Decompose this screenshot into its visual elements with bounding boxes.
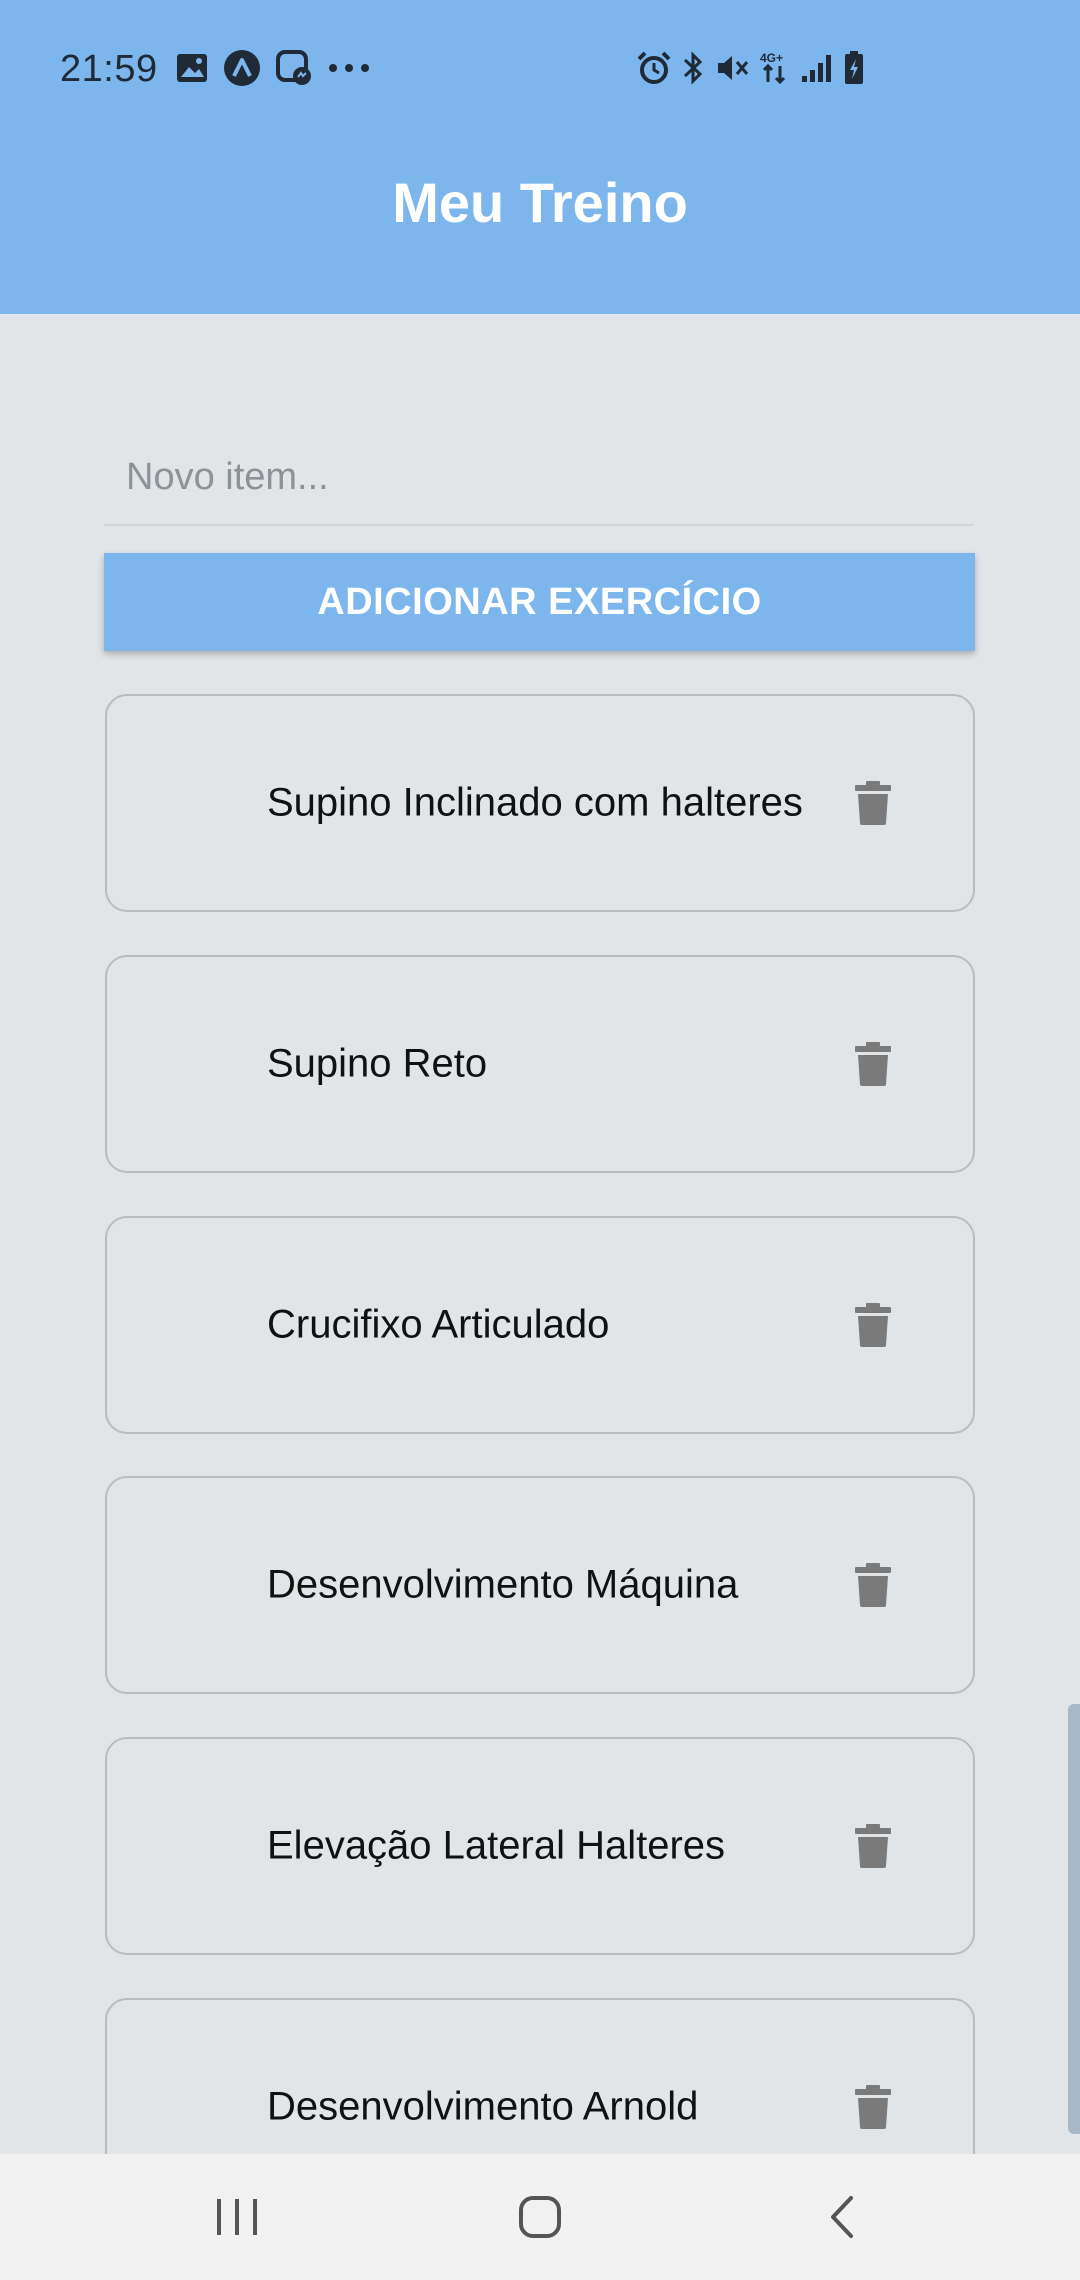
exercise-name: Supino Inclinado com halteres [267, 780, 803, 825]
page-title: Meu Treino [392, 171, 688, 234]
network-4g-icon: 4G+ [758, 50, 792, 86]
recents-button[interactable] [167, 2154, 307, 2280]
alarm-icon [636, 50, 672, 86]
back-icon [827, 2194, 857, 2240]
more-notifications-icon [327, 62, 371, 74]
battery-icon [842, 50, 866, 86]
bluetooth-icon [680, 50, 706, 86]
scrollbar[interactable] [1068, 1704, 1080, 2134]
home-icon [517, 2194, 563, 2240]
status-bar: 21:59 4G+ [0, 0, 1080, 140]
exercise-name: Supino Reto [267, 1041, 488, 1086]
exercise-name: Desenvolvimento Arnold [267, 2084, 699, 2129]
app-notification-icon [223, 49, 261, 87]
exercise-name: Elevação Lateral Halteres [267, 1823, 726, 1868]
exercise-card[interactable]: Elevação Lateral Halteres [105, 1737, 975, 1955]
new-item-input[interactable] [104, 430, 974, 524]
add-exercise-button[interactable]: ADICIONAR EXERCÍCIO [104, 553, 975, 651]
main-content: ADICIONAR EXERCÍCIO Supino Inclinado com… [0, 314, 1080, 2216]
trash-icon[interactable] [855, 1042, 891, 1086]
mute-icon [714, 50, 750, 86]
trash-icon[interactable] [855, 2085, 891, 2129]
exercise-card[interactable]: Desenvolvimento Máquina [105, 1476, 975, 1694]
back-button[interactable] [772, 2154, 912, 2280]
new-item-field-wrapper [104, 430, 974, 526]
gallery-icon [175, 52, 209, 84]
trash-icon[interactable] [855, 1563, 891, 1607]
exercise-name: Desenvolvimento Máquina [267, 1562, 739, 1607]
trash-icon[interactable] [855, 1824, 891, 1868]
system-nav-bar [0, 2154, 1080, 2280]
status-time: 21:59 [60, 48, 158, 90]
trash-icon[interactable] [855, 1303, 891, 1347]
exercise-card[interactable]: Crucifixo Articulado [105, 1216, 975, 1434]
svg-text:4G+: 4G+ [760, 51, 783, 65]
messenger-icon [275, 49, 313, 87]
exercise-name: Crucifixo Articulado [267, 1302, 610, 1347]
app-header: 21:59 4G+ Meu Treino [0, 0, 1080, 314]
status-right-icons: 4G+ [636, 48, 866, 88]
recents-icon [214, 2197, 260, 2237]
home-button[interactable] [470, 2154, 610, 2280]
signal-icon [800, 50, 834, 86]
exercise-card[interactable]: Supino Reto [105, 955, 975, 1173]
exercise-card[interactable]: Supino Inclinado com halteres [105, 694, 975, 912]
status-left-icons [175, 48, 371, 88]
trash-icon[interactable] [855, 781, 891, 825]
